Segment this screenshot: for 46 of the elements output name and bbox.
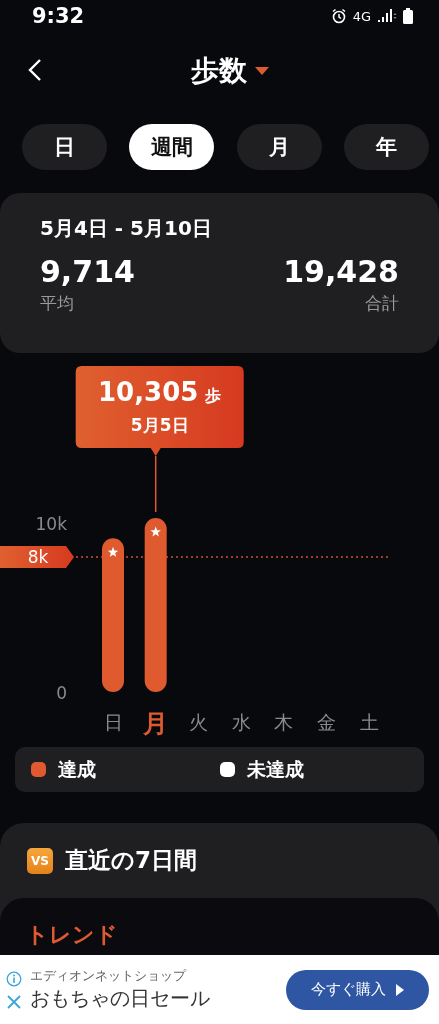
average-value: 9,714 (40, 254, 135, 290)
date-range: 5月4日 - 5月10日 (40, 215, 213, 242)
day-label[interactable]: 日 (103, 711, 123, 733)
vs-badge: VS (27, 847, 53, 874)
day-label[interactable]: 木 (274, 711, 294, 733)
back-button[interactable] (28, 58, 42, 82)
info-icon (6, 970, 22, 987)
advertiser-name: エディオンネットショップ (30, 967, 188, 985)
signal-icon (377, 9, 397, 23)
caret-icon (254, 67, 269, 75)
axis-tick-label: 0 (56, 683, 67, 703)
alarm-icon (330, 8, 347, 24)
total-label: 合計 (364, 292, 399, 315)
period-tab[interactable]: 日 (22, 124, 107, 170)
axis-tick-label: 10k (35, 514, 67, 535)
bar[interactable] (102, 538, 124, 692)
legend-label: 未達成 (246, 756, 304, 782)
period-tab[interactable]: 週間 (129, 124, 215, 170)
day-label[interactable]: 土 (359, 711, 379, 733)
ad-headline: おもちゃの日セール (30, 985, 211, 1012)
clock-time: 9:32 (32, 4, 85, 28)
total-value: 19,428 (283, 254, 399, 290)
tooltip-unit: 歩 (205, 386, 222, 405)
star-icon (107, 546, 119, 557)
caret-icon (396, 983, 404, 996)
bar[interactable] (144, 518, 167, 692)
day-label[interactable]: 月 (143, 709, 169, 738)
goal-label: 8k (27, 546, 49, 567)
leader-line (154, 455, 157, 513)
battery-icon (403, 8, 413, 24)
legend-label: 達成 (58, 756, 96, 782)
period-tab[interactable]: 月 (236, 124, 322, 170)
day-label[interactable]: 金 (317, 711, 336, 733)
tooltip-date: 5月5日 (130, 415, 189, 435)
title-dropdown[interactable]: 歩数 (170, 52, 269, 90)
network-type: 4G (352, 8, 371, 24)
average-label: 平均 (40, 292, 75, 315)
buy-now-button[interactable]: 今すぐ購入 (286, 969, 429, 1010)
period-tab[interactable]: 年 (344, 124, 429, 170)
trend-title: トレンド (26, 922, 119, 948)
tooltip-value: 10,305 (98, 377, 199, 407)
section-title: 直近の7日間 (65, 846, 197, 875)
close-button[interactable] (7, 994, 21, 1009)
day-label[interactable]: 火 (188, 711, 208, 733)
star-icon (150, 526, 161, 537)
day-label[interactable]: 水 (231, 711, 251, 733)
